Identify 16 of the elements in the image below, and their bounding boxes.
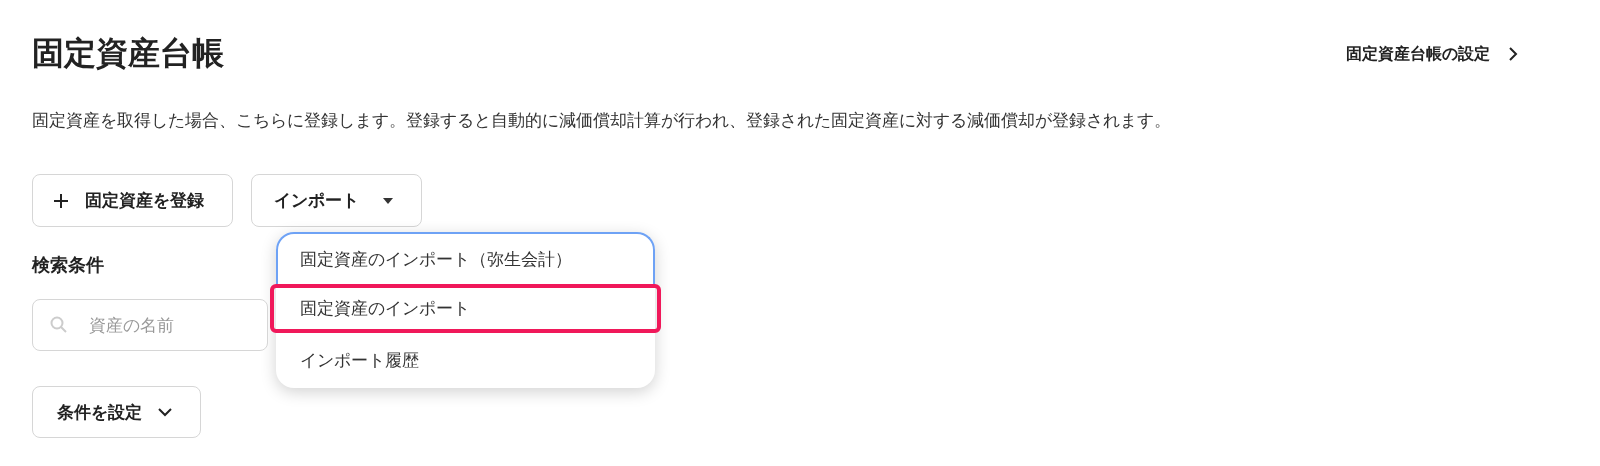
register-button[interactable]: 固定資産を登録: [32, 174, 233, 227]
chevron-right-icon: [1508, 46, 1518, 62]
import-button[interactable]: インポート: [251, 174, 422, 227]
search-icon: [50, 316, 68, 334]
section-heading: 検索条件: [32, 253, 104, 277]
settings-link[interactable]: 固定資産台帳の設定: [1346, 43, 1518, 65]
menu-item[interactable]: インポート履歴: [276, 333, 655, 388]
page-description: 固定資産を取得した場合、こちらに登録します。登録すると自動的に減価償却計算が行われ、登録された固定資産に対する減価償却が登録されます。: [32, 110, 1171, 132]
conditions-button[interactable]: 条件を設定: [32, 386, 201, 438]
page-title: 固定資産台帳: [32, 33, 224, 74]
caret-icon: [383, 197, 393, 204]
menu-item[interactable]: 固定資産のインポート: [270, 284, 661, 333]
plus-icon: [53, 192, 69, 209]
chevron-down-icon: [158, 407, 172, 417]
menu-item[interactable]: 固定資産のインポート（弥生会計）: [276, 232, 655, 284]
search-field[interactable]: 資産の名前: [32, 299, 268, 351]
